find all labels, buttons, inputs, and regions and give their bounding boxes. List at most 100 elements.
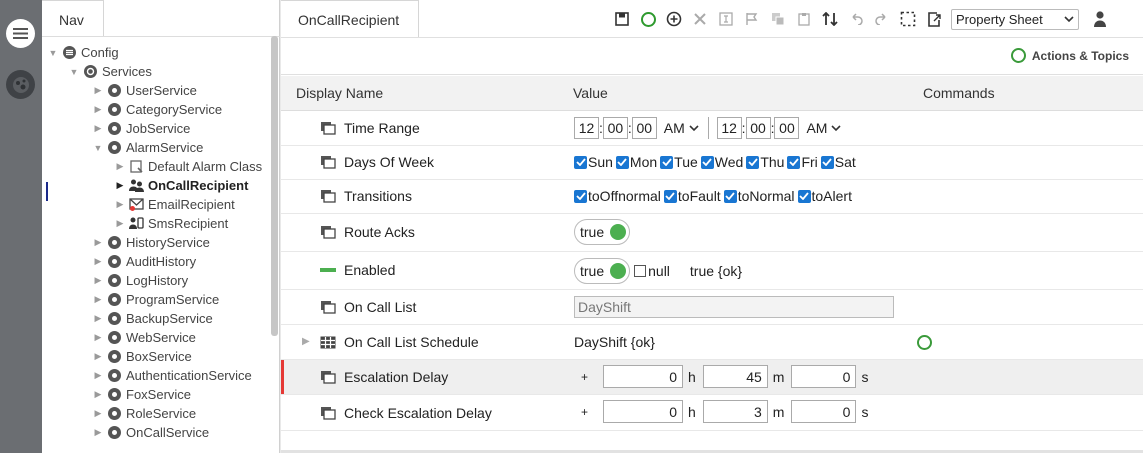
tree-item-oncallrecipient[interactable]: ▶ OnCallRecipient [42, 176, 268, 195]
tree-item-webservice[interactable]: ▶ WebService [42, 328, 268, 347]
expanded-arrow-icon[interactable]: ▼ [69, 67, 79, 77]
checkbox-sun[interactable]: Sun [574, 154, 613, 170]
expanded-arrow-icon[interactable]: ▼ [48, 48, 58, 58]
start-ampm-select[interactable]: AM [661, 117, 702, 139]
view-select[interactable]: Property Sheet [951, 8, 1079, 30]
route-acks-value: true [574, 219, 631, 245]
collapsed-arrow-icon[interactable]: ▶ [93, 389, 103, 400]
checkbox-wed[interactable]: Wed [700, 154, 743, 170]
menu-icon[interactable] [6, 19, 35, 48]
collapsed-arrow-icon[interactable]: ▶ [93, 332, 103, 343]
tree-item-jobservice[interactable]: ▶ JobService [42, 119, 268, 138]
seconds-field[interactable]: 0 [791, 365, 857, 388]
collapsed-arrow-icon[interactable]: ▶ [93, 313, 103, 324]
hours-field[interactable]: 0 [603, 400, 683, 423]
tree-item-oncallservice[interactable]: ▶ OnCallService [42, 423, 268, 442]
tree-item-userservice[interactable]: ▶ UserService [42, 81, 268, 100]
route-acks-toggle[interactable]: true [574, 219, 631, 245]
tree-item-alarmservice[interactable]: ▼ AlarmService [42, 138, 268, 157]
tree-item-label: HistoryService [126, 235, 210, 250]
schedule-action-icon[interactable] [917, 335, 932, 350]
checkbox-toalert[interactable]: toAlert [797, 188, 852, 204]
tab-nav[interactable]: Nav [42, 0, 104, 37]
tree-item-default-alarm-class[interactable]: ▶ Default Alarm Class [42, 157, 268, 176]
start-minute-field[interactable]: 00 [602, 117, 628, 139]
end-minute-field[interactable]: 00 [745, 117, 771, 139]
collapsed-arrow-icon[interactable]: ▶ [93, 294, 103, 305]
delete-icon[interactable] [689, 8, 711, 30]
collapsed-arrow-icon[interactable]: ▶ [93, 427, 103, 438]
slot-icon [319, 188, 337, 204]
transitions-value: toOffnormal toFault toNormal toAlert [574, 188, 855, 204]
tree-item-foxservice[interactable]: ▶ FoxService [42, 385, 268, 404]
undo-icon[interactable] [845, 8, 867, 30]
collapsed-arrow-icon[interactable]: ▶ [93, 351, 103, 362]
collapsed-arrow-icon[interactable]: ▶ [115, 180, 125, 191]
refresh-icon[interactable] [637, 8, 659, 30]
start-second-field[interactable]: 00 [631, 117, 657, 139]
collapsed-arrow-icon[interactable]: ▶ [93, 408, 103, 419]
collapsed-arrow-icon[interactable]: ▶ [93, 85, 103, 96]
tree-item-boxservice[interactable]: ▶ BoxService [42, 347, 268, 366]
flag-icon[interactable] [741, 8, 763, 30]
sort-icon[interactable] [819, 8, 841, 30]
actions-topics-button[interactable]: Actions & Topics [1010, 48, 1129, 63]
expand-icon[interactable]: ▶ [302, 336, 310, 347]
tree-item-loghistory[interactable]: ▶ LogHistory [42, 271, 268, 290]
category-service-icon [107, 102, 122, 117]
collapsed-arrow-icon[interactable]: ▶ [93, 256, 103, 267]
tree-item-emailrecipient[interactable]: ▶ EmailRecipient [42, 195, 268, 214]
globe-icon[interactable] [6, 70, 35, 99]
tree-item-categoryservice[interactable]: ▶ CategoryService [42, 100, 268, 119]
collapsed-arrow-icon[interactable]: ▶ [115, 161, 125, 172]
checkbox-tofault[interactable]: toFault [663, 188, 721, 204]
checkbox-thu[interactable]: Thu [746, 154, 784, 170]
nav-scrollbar[interactable] [271, 36, 278, 336]
sign-button[interactable]: + [581, 405, 603, 419]
tree-item-audithistory[interactable]: ▶ AuditHistory [42, 252, 268, 271]
collapsed-arrow-icon[interactable]: ▶ [115, 218, 125, 229]
expanded-arrow-icon[interactable]: ▼ [93, 143, 103, 153]
null-checkbox[interactable]: null [634, 263, 670, 279]
checkbox-tooffnormal[interactable]: toOffnormal [574, 188, 661, 204]
minutes-field[interactable]: 3 [702, 400, 768, 423]
collapsed-arrow-icon[interactable]: ▶ [93, 237, 103, 248]
tab-oncallrecipient[interactable]: OnCallRecipient [281, 0, 419, 37]
checkbox-tue[interactable]: Tue [660, 154, 698, 170]
collapsed-arrow-icon[interactable]: ▶ [115, 199, 125, 210]
tree-item-roleservice[interactable]: ▶ RoleService [42, 404, 268, 423]
minutes-field[interactable]: 45 [702, 365, 768, 388]
tree-item-historyservice[interactable]: ▶ HistoryService [42, 233, 268, 252]
tree-item-services[interactable]: ▼ Services [42, 62, 268, 81]
add-icon[interactable] [663, 8, 685, 30]
user-icon[interactable] [1093, 10, 1107, 28]
checkbox-sat[interactable]: Sat [820, 154, 856, 170]
end-hour-field[interactable]: 12 [716, 117, 742, 139]
redo-icon[interactable] [871, 8, 893, 30]
save-icon[interactable] [611, 8, 633, 30]
tree-item-smsrecipient[interactable]: ▶ SmsRecipient [42, 214, 268, 233]
export-icon[interactable] [923, 8, 945, 30]
checkbox-mon[interactable]: Mon [615, 154, 657, 170]
end-ampm-select[interactable]: AM [803, 117, 844, 139]
paste-icon[interactable] [793, 8, 815, 30]
tree-item-backupservice[interactable]: ▶ BackupService [42, 309, 268, 328]
rename-icon[interactable] [715, 8, 737, 30]
end-second-field[interactable]: 00 [774, 117, 800, 139]
enabled-toggle[interactable]: true [574, 258, 631, 284]
seconds-field[interactable]: 0 [791, 400, 857, 423]
select-all-icon[interactable] [897, 8, 919, 30]
tree-item-programservice[interactable]: ▶ ProgramService [42, 290, 268, 309]
hours-field[interactable]: 0 [603, 365, 683, 388]
start-hour-field[interactable]: 12 [574, 117, 599, 139]
tree-item-config[interactable]: ▼ Config [42, 43, 268, 62]
collapsed-arrow-icon[interactable]: ▶ [93, 104, 103, 115]
sign-button[interactable]: + [581, 370, 603, 384]
collapsed-arrow-icon[interactable]: ▶ [93, 123, 103, 134]
tree-item-authenticationservice[interactable]: ▶ AuthenticationService [42, 366, 268, 385]
collapsed-arrow-icon[interactable]: ▶ [93, 370, 103, 381]
checkbox-fri[interactable]: Fri [787, 154, 818, 170]
checkbox-tonormal[interactable]: toNormal [723, 188, 795, 204]
copy-icon[interactable] [767, 8, 789, 30]
collapsed-arrow-icon[interactable]: ▶ [93, 275, 103, 286]
